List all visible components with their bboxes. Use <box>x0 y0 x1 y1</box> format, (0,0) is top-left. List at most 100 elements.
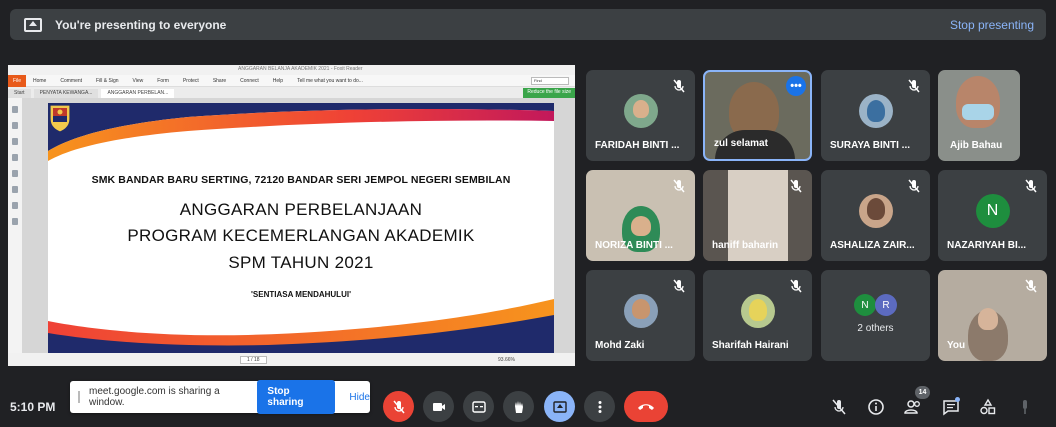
meet-window: You're presenting to everyone Stop prese… <box>0 0 1056 427</box>
ribbon-item: View <box>132 77 144 84</box>
more-vert-icon <box>598 400 601 413</box>
participant-tile[interactable]: Sharifah Hairani <box>703 270 812 361</box>
pdf-title-bar: ANGGARAN BELANJA AKADEMIK 2021 - Foxit R… <box>8 65 575 75</box>
participant-name: zul selamat <box>714 138 768 149</box>
pdf-tabs: Start PENYATA KEWANGA... ANGGARAN PERBEL… <box>8 87 575 98</box>
ribbon-item: Comment <box>60 77 83 84</box>
participant-name: Ajib Bahau <box>950 140 1003 151</box>
mic-off-icon <box>790 179 802 193</box>
ribbon-item: Help <box>272 77 284 84</box>
school-motto: 'SENTIASA MENDAHULUI' <box>251 290 351 299</box>
avatar <box>623 293 658 328</box>
participant-name: Mohd Zaki <box>595 340 645 351</box>
pdf-statusbar: 1 / 18 93.66% <box>8 353 575 366</box>
pdf-find-box: Find <box>531 76 569 85</box>
avatar <box>740 293 775 328</box>
participant-name: NAZARIYAH BI... <box>947 240 1027 251</box>
more-options-button[interactable]: ••• <box>786 76 806 96</box>
ribbon-item: Form <box>157 77 169 84</box>
sharing-notification: meet.google.com is sharing a window. Sto… <box>70 380 370 414</box>
host-controls-button[interactable] <box>829 397 849 417</box>
mic-off-icon <box>832 399 846 415</box>
school-crest-icon <box>49 104 71 133</box>
participant-name: haniff baharin <box>712 240 779 251</box>
ribbon-item: Home <box>33 77 47 84</box>
camera-toggle-button[interactable] <box>423 391 454 422</box>
tool-icon <box>12 106 18 113</box>
hand-icon <box>514 400 523 413</box>
tool-icon <box>12 218 18 225</box>
participant-tile[interactable]: Ajib Bahau <box>938 70 1020 161</box>
participant-tile-speaking[interactable]: ••• zul selamat <box>703 70 812 161</box>
participant-name: NORIZA BINTI ... <box>595 240 673 251</box>
activities-button[interactable] <box>978 397 998 417</box>
others-tile[interactable]: N R 2 others <box>821 270 930 361</box>
avatar <box>858 193 893 228</box>
avatar <box>858 93 893 128</box>
participant-tile[interactable]: ASHALIZA ZAIR... <box>821 170 930 261</box>
tool-icon <box>12 154 18 161</box>
mic-off-icon <box>908 179 920 193</box>
participant-tile[interactable]: haniff baharin <box>703 170 812 261</box>
participant-tile[interactable]: Mohd Zaki <box>586 270 695 361</box>
pdf-ribbon: File Home Comment Fill & Sign View Form … <box>8 74 575 87</box>
meeting-time: 5:10 PM <box>10 400 56 414</box>
present-now-button[interactable] <box>544 391 575 422</box>
pdf-window-title: ANGGARAN BELANJA AKADEMIK 2021 - Foxit R… <box>238 66 363 72</box>
ribbon-file: File <box>8 74 26 87</box>
ribbon-item: Protect <box>182 77 199 84</box>
shared-screen: ANGGARAN BELANJA AKADEMIK 2021 - Foxit R… <box>8 65 575 366</box>
tool-icon <box>12 170 18 177</box>
people-button[interactable] <box>903 397 923 417</box>
participant-tile[interactable]: SURAYA BINTI ... <box>821 70 930 161</box>
participant-tile[interactable]: FARIDAH BINTI ... <box>586 70 695 161</box>
pdf-tab: ANGGARAN PERBELAN... <box>101 89 175 98</box>
drag-handle-icon[interactable] <box>78 391 80 403</box>
captions-button[interactable] <box>463 391 494 422</box>
raise-hand-button[interactable] <box>503 391 534 422</box>
tool-icon <box>12 202 18 209</box>
stop-presenting-button[interactable]: Stop presenting <box>950 18 1034 32</box>
presenting-message: You're presenting to everyone <box>55 17 227 32</box>
sharing-text: meet.google.com is sharing a window. <box>89 386 220 408</box>
avatar: N <box>975 193 1010 228</box>
self-tile[interactable]: You <box>938 270 1047 361</box>
ribbon-item: Fill & Sign <box>96 77 119 84</box>
participant-name: ASHALIZA ZAIR... <box>830 240 915 251</box>
stop-sharing-button[interactable]: Stop sharing <box>257 380 336 414</box>
mic-off-icon <box>673 79 685 93</box>
participant-name: FARIDAH BINTI ... <box>595 140 680 151</box>
pdf-side-tools <box>8 98 22 353</box>
avatar: N <box>854 294 876 316</box>
tool-icon <box>12 138 18 145</box>
more-options-button[interactable] <box>584 391 615 422</box>
participant-tile[interactable]: N NAZARIYAH BI... <box>938 170 1047 261</box>
pdf-tab: Start <box>8 89 31 98</box>
others-count: 2 others <box>857 323 894 334</box>
slide-page: SMK BANDAR BARU SERTING, 72120 BANDAR SE… <box>48 103 554 353</box>
hide-button[interactable]: Hide <box>349 392 370 403</box>
face <box>631 298 650 319</box>
lock-button[interactable] <box>1015 397 1035 417</box>
reduce-file-size: Reduce the file size <box>523 88 575 98</box>
mic-off-icon <box>790 279 802 293</box>
present-screen-icon <box>24 17 42 32</box>
mic-off-icon <box>1025 179 1037 193</box>
meeting-details-button[interactable] <box>866 397 886 417</box>
participant-tile[interactable]: NORIZA BINTI ... <box>586 170 695 261</box>
face <box>632 99 649 118</box>
tool-icon <box>12 122 18 129</box>
mic-off-icon <box>673 179 685 193</box>
face <box>978 308 998 330</box>
pdf-tab: PENYATA KEWANGA... <box>33 89 99 98</box>
presenting-banner: You're presenting to everyone Stop prese… <box>10 9 1046 40</box>
ribbon-item: Connect <box>240 77 259 84</box>
mic-toggle-button[interactable] <box>383 391 414 422</box>
leave-call-button[interactable] <box>624 391 668 422</box>
face-mask <box>962 104 994 120</box>
page-indicator: 1 / 18 <box>240 355 267 364</box>
ribbon-tell-me: Tell me what you want to do... <box>297 77 363 84</box>
participant-name: Sharifah Hairani <box>712 340 789 351</box>
mic-off-icon <box>673 279 685 293</box>
zoom-level: 93.66% <box>498 356 515 363</box>
